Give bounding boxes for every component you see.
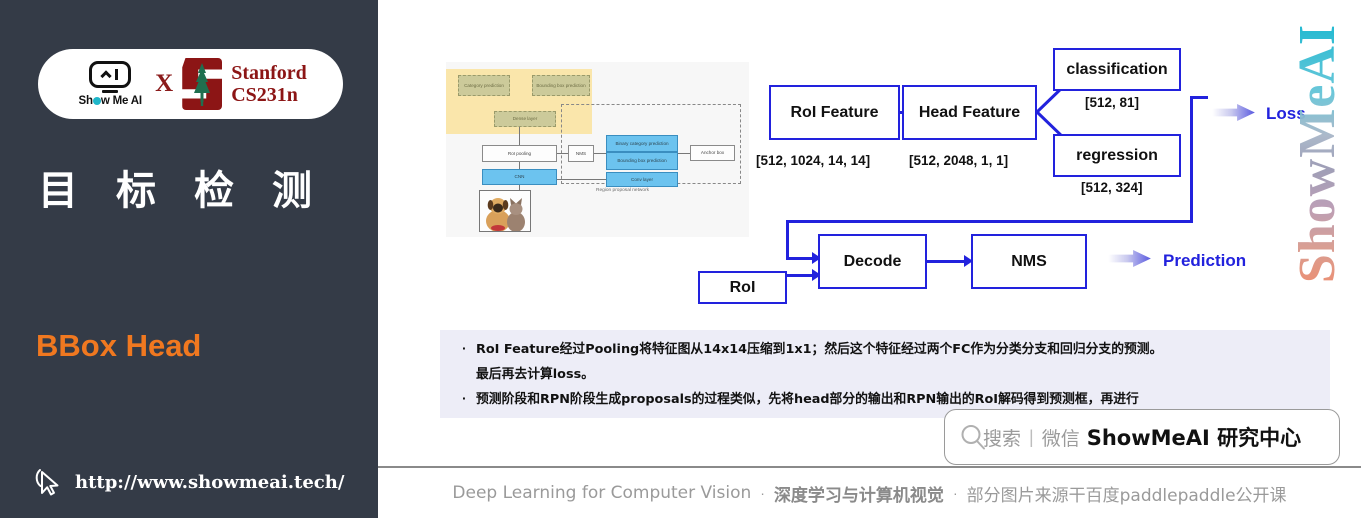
flow-label-loss: Loss [1266,104,1306,123]
logo-cross: X [155,70,174,97]
bullet-text: RoI Feature经过Pooling将特征图从14x14压缩到1x1；然后这… [476,342,1163,357]
fig-connector [557,153,568,154]
gradient-arrow-loss-icon [1212,104,1255,121]
flow-dim-roi-feature: [512, 1024, 14, 14] [756,153,871,168]
footer-separator-2: · [952,485,958,501]
wechat-search-pill[interactable]: 搜索 | 微信 ShowMeAI 研究中心 [944,409,1340,465]
tree-glyph [194,63,211,106]
logo-pill: Sh w Me AI X Stanford CS231n [38,49,343,119]
page-subtitle: BBox Head [36,328,202,363]
footer-course-zh: 深度学习与计算机视觉 [773,485,944,506]
fig-connector [594,153,606,154]
flow-connector [786,220,789,260]
slide-footer: Deep Learning for Computer Vision · 深度学习… [378,466,1361,518]
website-url-text: http://www.showmeai.tech/ [75,471,345,493]
teal-dot-icon [92,97,101,105]
website-url-row[interactable]: http://www.showmeai.tech/ [33,466,344,498]
flow-connector [786,220,1193,223]
search-icon [961,425,985,450]
wechat-account-name: ShowMeAI 研究中心 [1086,426,1302,450]
fig-connector [557,179,606,180]
fig-node-cnn: CNN [482,169,557,185]
flow-dim-regression: [512, 324] [1081,180,1143,195]
caret-shape [100,70,112,82]
robot-stand-shape [102,90,119,93]
flow-connector [1190,96,1208,99]
showmeai-logo: Sh w Me AI [74,61,146,107]
fig-node-dense-layer: Dense layer [494,111,556,127]
reference-figure: Category prediction Bounding box predict… [446,62,749,237]
flow-box-regression[interactable]: regression [1053,134,1181,177]
slide-content: Category prediction Bounding box predict… [378,0,1361,518]
stanford-label: Stanford CS231n [231,62,307,107]
bullet-item: · RoI Feature经过Pooling将特征图从14x14压缩到1x1；然… [452,338,1318,363]
showmeai-robot-icon [89,61,132,88]
fig-connector [519,162,520,169]
stanford-tree-icon [182,58,223,110]
fig-connector [519,127,520,145]
fig-node-bbox-prediction: Bounding box prediction [532,75,590,96]
flow-box-classification[interactable]: classification [1053,48,1181,91]
wechat-search-label: 搜索 [983,427,1022,450]
fig-connector [678,153,690,154]
flow-box-decode[interactable]: Decode [818,234,927,289]
flow-connector [927,260,969,263]
fig-node-bbox-prediction-2: Bounding box prediction [606,152,678,170]
flow-dim-classification: [512, 81] [1085,95,1140,110]
figure-caption: Region proposal network [596,188,650,193]
dog-cat-illustration [480,191,530,231]
flow-label-prediction: Prediction [1163,251,1247,270]
figure-sample-photo [479,190,531,232]
stanford-line-2: CS231n [231,84,298,106]
flow-box-nms[interactable]: NMS [971,234,1087,289]
wechat-separator: | [1029,426,1034,447]
footer-separator-1: · [760,485,765,501]
flow-connector [787,274,815,277]
fig-node-binary-category: Binary category prediction [606,135,678,152]
footer-source: 部分图片来源干百度paddlepaddle公开课 [966,485,1287,506]
fig-node-anchor-box: Anchor box [690,145,735,161]
footer-course-en: Deep Learning for Computer Vision [452,483,752,503]
flow-box-roi-feature[interactable]: RoI Feature [769,85,900,140]
fig-node-roi-pooling: RoI pooling [482,145,557,162]
gradient-arrow-prediction-icon [1108,250,1151,267]
fig-node-conv-layer: Conv layer [606,172,678,187]
wechat-channel-label: 微信 [1041,427,1080,450]
flow-connector [1190,96,1193,222]
showmeai-wordmark: Sh w Me AI [78,95,142,107]
bullet-panel: · RoI Feature经过Pooling将特征图从14x14压缩到1x1；然… [440,330,1330,418]
bullet-text: 最后再去计算loss。 [476,366,594,382]
slide-page: Sh w Me AI X Stanford CS231n 目标检测 BBox He… [0,0,1361,518]
flow-dim-head-feature: [512, 2048, 1, 1] [909,153,1009,168]
flow-box-head-feature[interactable]: Head Feature [902,85,1037,140]
stanford-line-1: Stanford [231,61,307,84]
mouse-pointer-icon [35,469,59,496]
flow-box-roi[interactable]: RoI [698,271,787,304]
bullet-marker: · [461,342,467,355]
bullet-item-continued: 最后再去计算loss。 [452,363,1318,388]
bar-shape [115,69,119,80]
fig-node-category-prediction: Category prediction [458,75,510,96]
fig-node-nms: NMS [568,145,594,162]
bullet-marker: · [461,391,467,405]
sidebar: Sh w Me AI X Stanford CS231n 目标检测 BBox He… [0,0,378,518]
page-title: 目标检测 [38,168,350,214]
